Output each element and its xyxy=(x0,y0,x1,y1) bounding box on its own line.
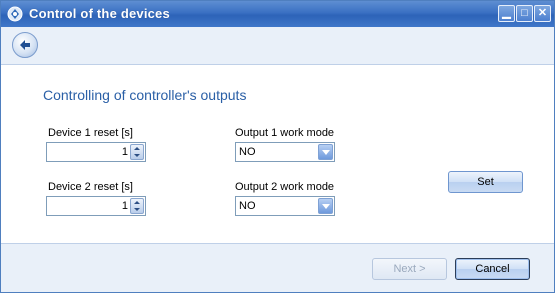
next-button[interactable]: Next > xyxy=(372,258,447,280)
main-panel: Controlling of controller's outputs Devi… xyxy=(1,65,554,243)
app-logo-icon xyxy=(7,6,23,22)
window-title: Control of the devices xyxy=(29,6,170,21)
close-button[interactable]: ✕ xyxy=(534,5,551,22)
spin-up-icon[interactable] xyxy=(134,201,140,204)
output2-dropdown-button[interactable] xyxy=(318,198,333,214)
back-button[interactable] xyxy=(12,32,38,58)
minimize-button[interactable]: ▁ xyxy=(498,5,515,22)
device2-reset-value[interactable]: 1 xyxy=(122,200,128,212)
device1-spin-buttons[interactable] xyxy=(130,144,144,160)
footer-bar: Next > Cancel xyxy=(1,243,554,292)
spin-down-icon[interactable] xyxy=(134,208,140,211)
device1-reset-label: Device 1 reset [s] xyxy=(48,127,133,139)
output1-mode-label: Output 1 work mode xyxy=(235,127,335,139)
output1-mode-value[interactable]: NO xyxy=(239,146,256,158)
spin-up-icon[interactable] xyxy=(134,147,140,150)
device1-reset-value[interactable]: 1 xyxy=(122,146,128,158)
output2-mode-select[interactable]: NO xyxy=(235,196,335,216)
chevron-down-icon xyxy=(322,204,330,209)
dialog-window: Control of the devices ▁ □ ✕ Controlling… xyxy=(0,0,555,293)
output1-dropdown-button[interactable] xyxy=(318,144,333,160)
back-arrow-icon xyxy=(20,40,30,50)
maximize-button[interactable]: □ xyxy=(516,5,533,22)
device2-spin-buttons[interactable] xyxy=(130,198,144,214)
set-button[interactable]: Set xyxy=(448,171,523,193)
output1-mode-select[interactable]: NO xyxy=(235,142,335,162)
output2-mode-label: Output 2 work mode xyxy=(235,181,335,193)
title-bar[interactable]: Control of the devices ▁ □ ✕ xyxy=(1,1,554,27)
device2-reset-label: Device 2 reset [s] xyxy=(48,181,133,193)
cancel-button[interactable]: Cancel xyxy=(455,258,530,280)
chevron-down-icon xyxy=(322,150,330,155)
device1-reset-spinbox[interactable]: 1 xyxy=(46,142,146,162)
page-heading: Controlling of controller's outputs xyxy=(43,87,247,103)
output2-mode-value[interactable]: NO xyxy=(239,200,256,212)
navigation-bar xyxy=(1,27,554,65)
device2-reset-spinbox[interactable]: 1 xyxy=(46,196,146,216)
spin-down-icon[interactable] xyxy=(134,154,140,157)
